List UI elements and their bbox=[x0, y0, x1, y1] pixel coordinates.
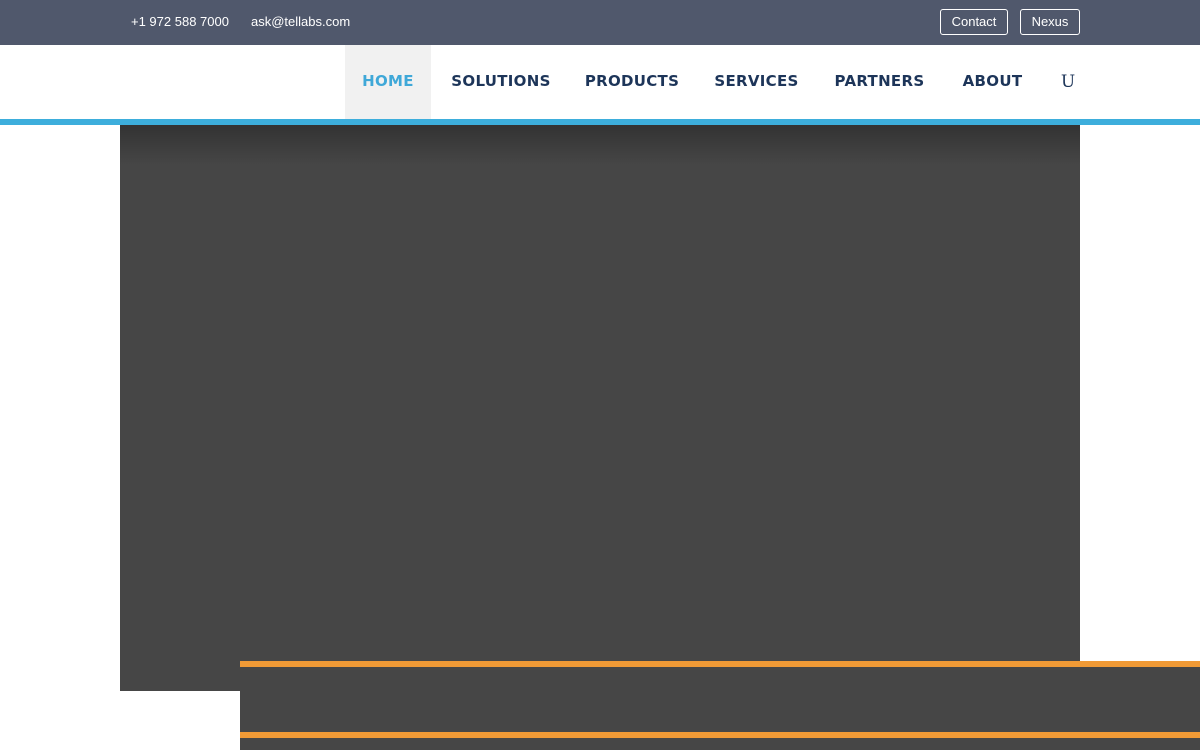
email-link[interactable]: ask@tellabs.com bbox=[251, 0, 350, 45]
hero-banner bbox=[120, 125, 1080, 691]
bottom-feature-band bbox=[240, 661, 1200, 750]
top-utility-bar: +1 972 588 7000 ask@tellabs.com Contact … bbox=[0, 0, 1200, 45]
nexus-button[interactable]: Nexus bbox=[1020, 9, 1080, 35]
search-icon[interactable]: U bbox=[1058, 45, 1078, 119]
nav-item-products[interactable]: PRODUCTS bbox=[580, 45, 684, 119]
nav-item-home[interactable]: HOME bbox=[345, 45, 431, 119]
phone-number-link[interactable]: +1 972 588 7000 bbox=[131, 0, 229, 45]
nav-item-solutions[interactable]: SOLUTIONS bbox=[446, 45, 556, 119]
contact-button[interactable]: Contact bbox=[940, 9, 1008, 35]
nav-item-services[interactable]: SERVICES bbox=[709, 45, 804, 119]
nav-item-partners[interactable]: PARTNERS bbox=[829, 45, 930, 119]
nav-item-about[interactable]: ABOUT bbox=[955, 45, 1030, 119]
band-accent-line-top bbox=[240, 661, 1200, 667]
band-accent-line-bottom bbox=[240, 732, 1200, 738]
hero-top-shadow bbox=[120, 125, 1080, 165]
main-navigation: HOME SOLUTIONS PRODUCTS SERVICES PARTNER… bbox=[0, 45, 1200, 119]
